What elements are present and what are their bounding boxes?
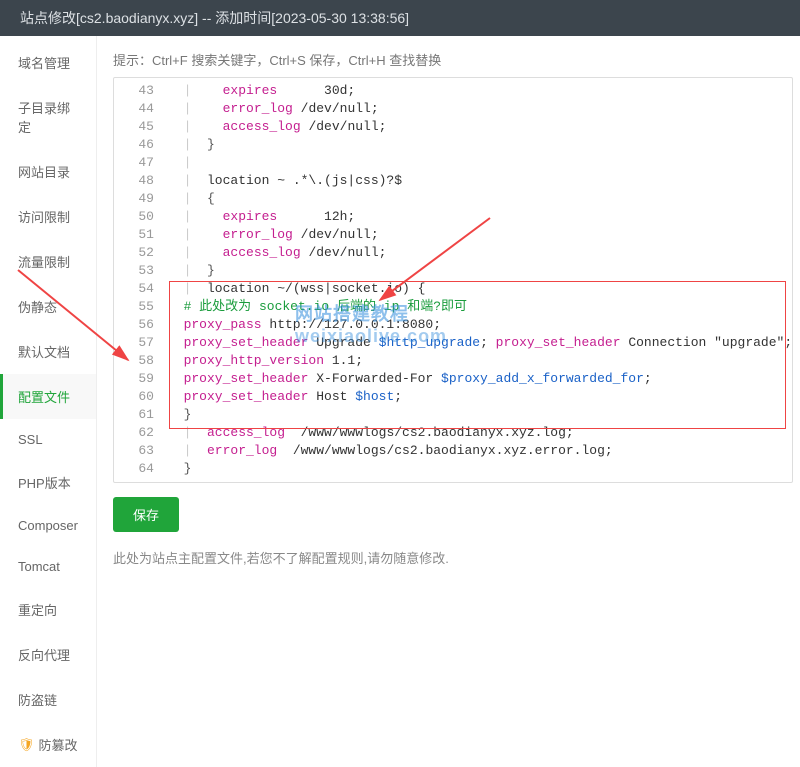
sidebar-item-2[interactable]: 网站目录 (0, 149, 96, 194)
sidebar-item-6[interactable]: 默认文档 (0, 329, 96, 374)
sidebar-item-label: SSL (18, 432, 43, 447)
line-number: 48 (114, 172, 164, 190)
code-line[interactable]: 58 proxy_http_version 1.1; (114, 352, 792, 370)
code-line[interactable]: 46 | } (114, 136, 792, 154)
code-line[interactable]: 52 | access_log /dev/null; (114, 244, 792, 262)
sidebar-item-12[interactable]: 重定向 (0, 587, 96, 632)
sidebar-item-1[interactable]: 子目录绑定 (0, 85, 96, 149)
line-number: 62 (114, 424, 164, 442)
sidebar-item-label: Composer (18, 518, 78, 533)
sidebar-item-label: 配置文件 (18, 387, 70, 406)
sidebar-item-label: 子目录绑定 (18, 98, 78, 136)
sidebar-item-label: 伪静态 (18, 297, 57, 316)
code-line[interactable]: 53 | } (114, 262, 792, 280)
sidebar-item-label: 流量限制 (18, 252, 70, 271)
line-number: 58 (114, 352, 164, 370)
line-number: 53 (114, 262, 164, 280)
line-number: 55 (114, 298, 164, 316)
sidebar-item-10[interactable]: Composer (0, 505, 96, 546)
sidebar-item-7[interactable]: 配置文件 (0, 374, 96, 419)
sidebar-item-0[interactable]: 域名管理 (0, 40, 96, 85)
sidebar-item-8[interactable]: SSL (0, 419, 96, 460)
code-line[interactable]: 56 proxy_pass http://127.0.0.1:8080; (114, 316, 792, 334)
sidebar: 域名管理子目录绑定网站目录访问限制流量限制伪静态默认文档配置文件 SSL PHP版本… (0, 36, 97, 767)
sidebar-item-label: PHP版本 (18, 473, 71, 492)
line-number: 49 (114, 190, 164, 208)
shield-icon: 🛡 (18, 737, 35, 753)
sidebar-item-label: 默认文档 (18, 342, 70, 361)
window-title: 站点修改[cs2.baodianyx.xyz] -- 添加时间[2023-05-… (20, 10, 409, 26)
code-line[interactable]: 50 | expires 12h; (114, 208, 792, 226)
code-line[interactable]: 43 | expires 30d; (114, 82, 792, 100)
code-line[interactable]: 57 proxy_set_header Upgrade $http_upgrad… (114, 334, 792, 352)
sidebar-item-label: 防篡改 (39, 735, 78, 754)
line-number: 56 (114, 316, 164, 334)
line-number: 59 (114, 370, 164, 388)
code-line[interactable]: 64 } (114, 460, 792, 478)
sidebar-item-label: 访问限制 (18, 207, 70, 226)
window-header: 站点修改[cs2.baodianyx.xyz] -- 添加时间[2023-05-… (0, 0, 800, 36)
sidebar-item-13[interactable]: 反向代理 (0, 632, 96, 677)
main-panel: 提示：Ctrl+F 搜索关键字，Ctrl+S 保存，Ctrl+H 查找替换 43… (97, 36, 800, 767)
code-line[interactable]: 48 | location ~ .*\.(js|css)?$ (114, 172, 792, 190)
code-line[interactable]: 51 | error_log /dev/null; (114, 226, 792, 244)
sidebar-item-11[interactable]: Tomcat (0, 546, 96, 587)
code-line[interactable]: 63 | error_log /www/wwwlogs/cs2.baodiany… (114, 442, 792, 460)
line-number: 57 (114, 334, 164, 352)
sidebar-item-label: 网站目录 (18, 162, 70, 181)
code-line[interactable]: 61 } (114, 406, 792, 424)
line-number: 60 (114, 388, 164, 406)
line-number: 50 (114, 208, 164, 226)
line-number: 44 (114, 100, 164, 118)
sidebar-item-label: 反向代理 (18, 645, 70, 664)
code-line[interactable]: 49 | { (114, 190, 792, 208)
sidebar-item-4[interactable]: 流量限制 (0, 239, 96, 284)
line-number: 63 (114, 442, 164, 460)
code-line[interactable]: 54 | location ~/(wss|socket.io) { (114, 280, 792, 298)
sidebar-item-label: Tomcat (18, 559, 60, 574)
line-number: 61 (114, 406, 164, 424)
line-number: 52 (114, 244, 164, 262)
save-button[interactable]: 保存 (113, 497, 179, 532)
code-line[interactable]: 45 | access_log /dev/null; (114, 118, 792, 136)
sidebar-item-5[interactable]: 伪静态 (0, 284, 96, 329)
hint-text: 提示：Ctrl+F 搜索关键字，Ctrl+S 保存，Ctrl+H 查找替换 (113, 50, 793, 69)
code-line[interactable]: 47 | (114, 154, 792, 172)
line-number: 54 (114, 280, 164, 298)
code-line[interactable]: 55 # 此处改为 socket.io 后端的 ip 和端?即可 (114, 298, 792, 316)
sidebar-item-15[interactable]: 🛡防篡改 (0, 722, 96, 767)
line-number: 47 (114, 154, 164, 172)
sidebar-item-label: 域名管理 (18, 53, 70, 72)
line-number: 46 (114, 136, 164, 154)
sidebar-item-label: 重定向 (18, 600, 57, 619)
sidebar-item-3[interactable]: 访问限制 (0, 194, 96, 239)
line-number: 64 (114, 460, 164, 478)
code-line[interactable]: 62 | access_log /www/wwwlogs/cs2.baodian… (114, 424, 792, 442)
config-editor[interactable]: 43 | expires 30d;44 | error_log /dev/nul… (113, 77, 793, 483)
line-number: 51 (114, 226, 164, 244)
line-number: 43 (114, 82, 164, 100)
sidebar-item-9[interactable]: PHP版本 (0, 460, 96, 505)
code-line[interactable]: 44 | error_log /dev/null; (114, 100, 792, 118)
sidebar-item-label: 防盗链 (18, 690, 57, 709)
footer-hint: 此处为站点主配置文件,若您不了解配置规则,请勿随意修改. (113, 548, 793, 567)
line-number: 45 (114, 118, 164, 136)
sidebar-item-14[interactable]: 防盗链 (0, 677, 96, 722)
code-line[interactable]: 60 proxy_set_header Host $host; (114, 388, 792, 406)
code-line[interactable]: 59 proxy_set_header X-Forwarded-For $pro… (114, 370, 792, 388)
